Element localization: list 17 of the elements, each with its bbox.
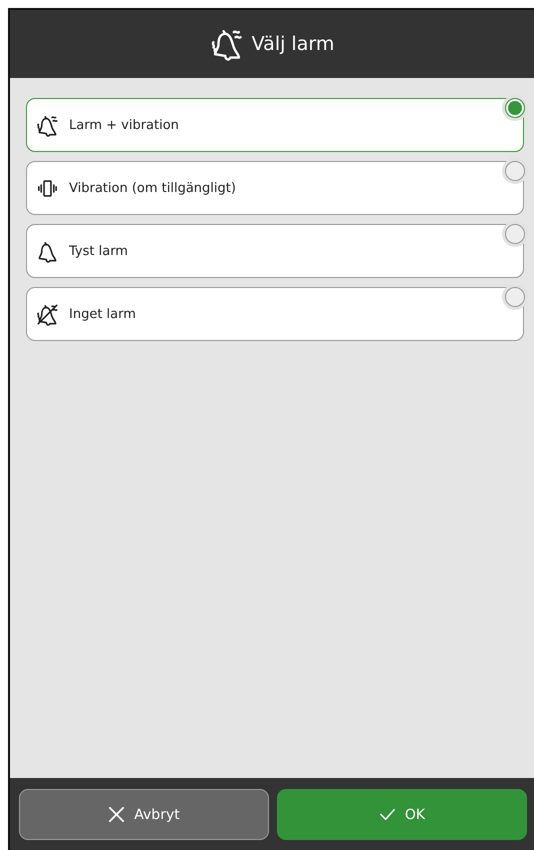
dialog-title: Välj larm — [252, 33, 334, 55]
bell-icon — [36, 240, 59, 262]
option-label: Larm + vibration — [69, 118, 179, 132]
radio-button[interactable] — [505, 224, 525, 244]
cancel-button[interactable]: Avbryt — [19, 789, 269, 840]
radio-button[interactable] — [505, 161, 525, 181]
radio-button[interactable] — [505, 98, 525, 118]
ok-button[interactable]: OK — [277, 789, 527, 840]
bell-off-icon — [36, 302, 59, 326]
option-label: Vibration (om tillgängligt) — [69, 180, 236, 196]
option-label: Tyst larm — [69, 244, 128, 258]
close-icon — [108, 806, 126, 823]
ringing-bell-icon — [210, 27, 244, 61]
checkmark-icon — [378, 806, 396, 823]
ringing-bell-icon — [36, 114, 59, 136]
radio-button[interactable] — [505, 287, 525, 307]
option-label: Inget larm — [69, 306, 136, 322]
